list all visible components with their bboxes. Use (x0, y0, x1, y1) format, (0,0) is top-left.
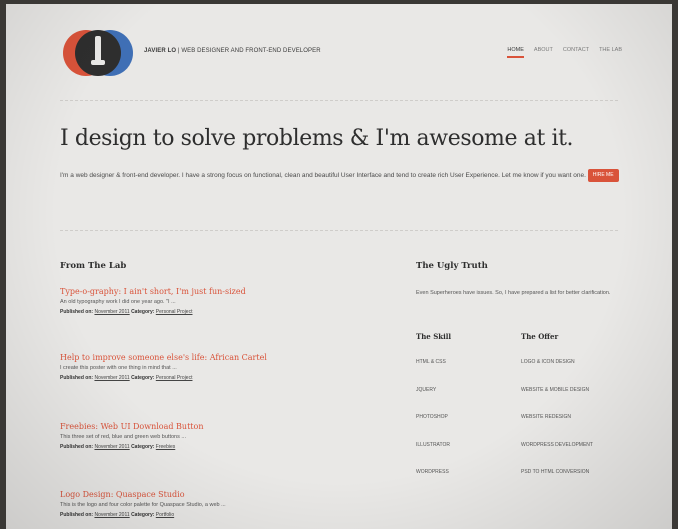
category-label: Category: (131, 512, 155, 518)
post-title-link[interactable]: Freebies: Web UI Download Button (60, 422, 380, 431)
post-excerpt: I create this poster with one thing in m… (60, 365, 177, 371)
nav-contact[interactable]: CONTACT (563, 47, 589, 58)
truth-section-title: The Ugly Truth (416, 261, 488, 271)
published-label: Published on: (60, 309, 94, 315)
truth-intro: Even Superheroes have issues. So, I have… (416, 290, 611, 296)
category-label: Category: (131, 309, 155, 315)
skill-item: WORDPRESS (416, 469, 449, 475)
post-excerpt: This three set of red, blue and green we… (60, 434, 186, 440)
post-excerpt: An old typography work I did one year ag… (60, 299, 176, 305)
post-meta: Published on: November 2011 Category: Po… (60, 512, 380, 518)
post-date-link[interactable]: November 2011 (94, 444, 129, 450)
brand[interactable]: JAVIER LO | WEB DESIGNER AND FRONT-END D… (144, 48, 321, 54)
post-date-link[interactable]: November 2011 (94, 512, 129, 518)
lab-post: Freebies: Web UI Download Button This th… (60, 422, 380, 450)
category-label: Category: (131, 375, 155, 381)
post-category-link[interactable]: Freebies (156, 444, 175, 450)
post-title-link[interactable]: Help to improve someone else's life: Afr… (60, 353, 380, 362)
published-label: Published on: (60, 444, 94, 450)
hero-intro: I'm a web designer & front-end developer… (60, 169, 620, 182)
skill-item: JQUERY (416, 387, 437, 393)
brand-tagline: | WEB DESIGNER AND FRONT-END DEVELOPER (177, 48, 321, 54)
offer-item: WEBSITE REDESIGN (521, 414, 572, 420)
nav-about[interactable]: ABOUT (534, 47, 553, 58)
published-label: Published on: (60, 512, 94, 518)
offer-column-header: The Offer (521, 332, 559, 341)
brand-name: JAVIER LO (144, 48, 177, 54)
post-date-link[interactable]: November 2011 (94, 309, 129, 315)
header-divider (60, 100, 618, 101)
offer-item: PSD TO HTML CONVERSION (521, 469, 590, 475)
logo-icon[interactable] (60, 26, 136, 80)
offer-item: WORDPRESS DEVELOPMENT (521, 442, 593, 448)
post-category-link[interactable]: Personal Project (156, 375, 193, 381)
skill-item: PHOTOSHOP (416, 414, 448, 420)
post-meta: Published on: November 2011 Category: Fr… (60, 444, 380, 450)
nav-home[interactable]: HOME (507, 47, 524, 58)
post-title-link[interactable]: Type-o-graphy: I ain't short, I'm just f… (60, 287, 380, 296)
content-divider (60, 230, 618, 231)
main-nav: HOME ABOUT CONTACT THE LAB (507, 47, 622, 58)
lab-post: Help to improve someone else's life: Afr… (60, 353, 380, 381)
post-date-link[interactable]: November 2011 (94, 375, 129, 381)
skill-column-header: The Skill (416, 332, 452, 341)
post-category-link[interactable]: Portfolio (156, 512, 174, 518)
skill-item: ILLUSTRATOR (416, 442, 450, 448)
offer-item: LOGO & ICON DESIGN (521, 359, 575, 365)
lab-post: Logo Design: Quaspace Studio This is the… (60, 490, 380, 518)
post-meta: Published on: November 2011 Category: Pe… (60, 309, 380, 315)
lab-section-title: From The Lab (60, 261, 127, 271)
post-excerpt: This is the logo and four color palette … (60, 502, 226, 508)
page: JAVIER LO | WEB DESIGNER AND FRONT-END D… (6, 4, 672, 529)
offer-item: WEBSITE & MOBILE DESIGN (521, 387, 590, 393)
post-title-link[interactable]: Logo Design: Quaspace Studio (60, 490, 380, 499)
lab-post: Type-o-graphy: I ain't short, I'm just f… (60, 287, 380, 315)
post-meta: Published on: November 2011 Category: Pe… (60, 375, 380, 381)
hero-headline: I design to solve problems & I'm awesome… (60, 126, 574, 151)
hire-me-button[interactable]: HIRE ME (587, 169, 619, 182)
nav-the-lab[interactable]: THE LAB (599, 47, 622, 58)
category-label: Category: (131, 444, 155, 450)
published-label: Published on: (60, 375, 94, 381)
skill-item: HTML & CSS (416, 359, 446, 365)
intro-text: I'm a web designer & front-end developer… (60, 172, 586, 180)
post-category-link[interactable]: Personal Project (156, 309, 193, 315)
